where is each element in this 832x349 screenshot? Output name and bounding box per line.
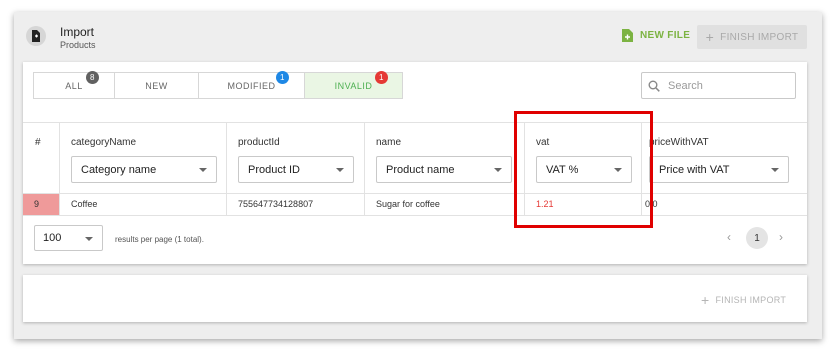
table-row[interactable]: 9 Coffee 755647734128807 Sugar for coffe… xyxy=(23,194,807,216)
pagination-summary: results per page (1 total). xyxy=(115,235,204,244)
row-number-cell: 9 xyxy=(23,194,60,215)
tab-label: INVALID xyxy=(334,80,373,91)
dropdown-caret-icon xyxy=(85,237,93,241)
column-name: priceWithVAT xyxy=(649,137,709,148)
count-badge: 1 xyxy=(276,71,289,84)
count-badge: 8 xyxy=(86,71,99,84)
finish-import-label: FINISH IMPORT xyxy=(720,31,799,43)
filter-tabs: ALL 8 NEW MODIFIED 1 INVALID 1 xyxy=(33,71,403,99)
import-page: Import Products NEW FILE + FINISH IMPORT… xyxy=(14,12,822,339)
table-cell: 0.0 xyxy=(645,199,658,209)
new-file-label: NEW FILE xyxy=(640,30,691,41)
tab-all[interactable]: ALL 8 xyxy=(34,71,115,98)
tab-modified[interactable]: MODIFIED 1 xyxy=(199,71,305,98)
column-mapping-select[interactable]: Product name xyxy=(376,156,512,183)
vat-column-highlight xyxy=(514,111,653,228)
plus-icon: + xyxy=(701,292,710,308)
footer-card: + FINISH IMPORT xyxy=(23,275,807,322)
new-file-button[interactable]: NEW FILE xyxy=(622,29,690,42)
tab-label: MODIFIED xyxy=(227,80,276,91)
table-cell: Coffee xyxy=(60,194,227,215)
column-name: name xyxy=(376,137,402,148)
column-mapping-select[interactable]: Product ID xyxy=(238,156,354,183)
column-header-name: name Product name xyxy=(365,123,525,193)
dropdown-caret-icon xyxy=(199,168,207,172)
page-header: Import Products NEW FILE + FINISH IMPORT xyxy=(14,12,822,60)
plus-icon: + xyxy=(705,29,715,45)
import-table: # categoryName Category name productId P… xyxy=(23,122,807,216)
table-cell: 755647734128807 xyxy=(227,194,365,215)
search-placeholder: Search xyxy=(668,79,703,92)
page-title: Import xyxy=(60,25,95,39)
pagination-bar: 100 results per page (1 total). ‹ 1 › xyxy=(23,217,807,264)
dropdown-caret-icon xyxy=(336,168,344,172)
page-subtitle: Products xyxy=(60,40,96,50)
new-file-icon xyxy=(622,29,633,42)
search-input[interactable]: Search xyxy=(641,72,796,99)
table-cell: Sugar for coffee xyxy=(365,194,525,215)
column-mapping-select[interactable]: Price with VAT xyxy=(649,156,789,183)
import-table-card: ALL 8 NEW MODIFIED 1 INVALID 1 Search # xyxy=(23,62,807,264)
search-icon xyxy=(648,80,660,92)
tab-label: ALL xyxy=(65,80,83,91)
chevron-right-icon[interactable]: › xyxy=(779,230,783,244)
chevron-left-icon[interactable]: ‹ xyxy=(727,230,731,244)
finish-import-label: FINISH IMPORT xyxy=(715,295,787,305)
tab-new[interactable]: NEW xyxy=(115,73,199,98)
column-header-productid: productId Product ID xyxy=(227,123,365,193)
finish-import-button-bottom[interactable]: + FINISH IMPORT xyxy=(701,292,786,308)
column-mapping-select[interactable]: Category name xyxy=(71,156,217,183)
column-name: categoryName xyxy=(71,137,137,148)
tab-label: NEW xyxy=(145,80,168,91)
tab-invalid[interactable]: INVALID 1 xyxy=(305,71,402,98)
dropdown-caret-icon xyxy=(771,168,779,172)
file-import-icon xyxy=(26,26,46,46)
finish-import-button-top[interactable]: + FINISH IMPORT xyxy=(697,25,807,49)
dropdown-caret-icon xyxy=(494,168,502,172)
table-header-row: # categoryName Category name productId P… xyxy=(23,123,807,194)
count-badge: 1 xyxy=(375,71,388,84)
row-number-header: # xyxy=(23,123,60,193)
column-name: productId xyxy=(238,137,280,148)
page-number-button[interactable]: 1 xyxy=(746,227,768,249)
per-page-select[interactable]: 100 xyxy=(34,225,103,251)
column-header-categoryname: categoryName Category name xyxy=(60,123,227,193)
column-header-pricewithvat: priceWithVAT Price with VAT xyxy=(642,123,807,193)
